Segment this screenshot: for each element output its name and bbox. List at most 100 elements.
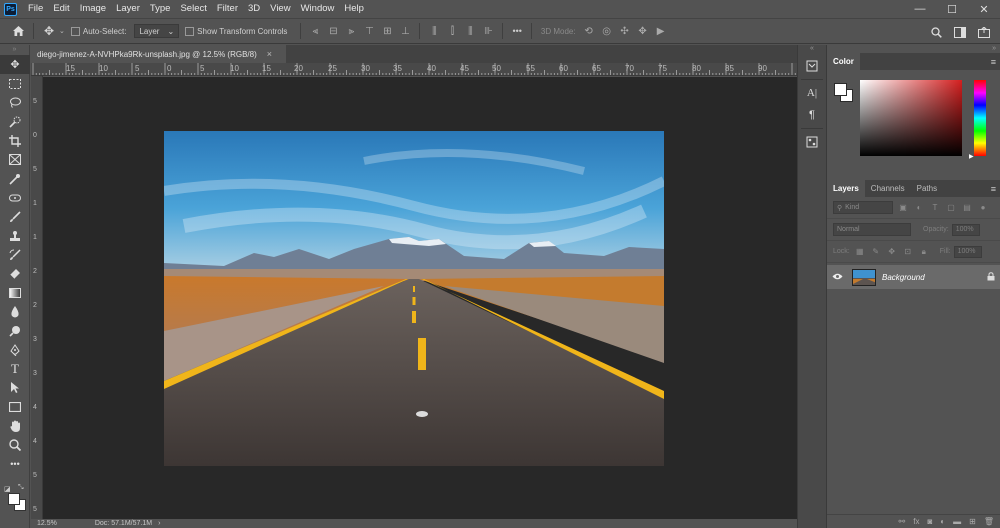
history-panel-icon[interactable] bbox=[798, 57, 826, 75]
lock-transparent-icon[interactable]: ▦ bbox=[854, 246, 866, 258]
opacity-input[interactable]: 100% bbox=[951, 223, 980, 236]
filter-adjustment-icon[interactable]: ◐ bbox=[913, 202, 925, 214]
paragraph-panel-icon[interactable]: ¶ bbox=[798, 106, 826, 124]
color-swatches[interactable]: ◪ ⤡ bbox=[4, 484, 28, 511]
3d-roll-icon[interactable]: ◎ bbox=[600, 24, 614, 38]
dodge-tool-icon[interactable] bbox=[0, 321, 30, 340]
filter-pixel-icon[interactable]: ▣ bbox=[897, 202, 909, 214]
eyedropper-tool-icon[interactable] bbox=[0, 169, 30, 188]
menu-filter[interactable]: Filter bbox=[212, 0, 243, 18]
distribute-left-icon[interactable]: ⫼ bbox=[427, 24, 441, 38]
3d-orbit-icon[interactable]: ⟲ bbox=[582, 24, 596, 38]
layer-filter-kind-dropdown[interactable]: ⚲ Kind bbox=[833, 201, 893, 214]
layer-lock-icon[interactable] bbox=[987, 271, 995, 283]
align-top-icon[interactable]: ⊤ bbox=[362, 24, 376, 38]
quick-selection-tool-icon[interactable] bbox=[0, 112, 30, 131]
link-layers-icon[interactable]: ⚯ bbox=[899, 517, 906, 526]
type-tool-icon[interactable]: T bbox=[0, 359, 30, 378]
auto-select-checkbox[interactable] bbox=[70, 26, 80, 36]
move-tool-icon[interactable]: ✥ bbox=[0, 55, 30, 74]
align-middle-v-icon[interactable]: ⊞ bbox=[380, 24, 394, 38]
distribute-right-icon[interactable]: ⫼ bbox=[463, 24, 477, 38]
3d-camera-icon[interactable]: ▶ bbox=[654, 24, 668, 38]
crop-tool-icon[interactable] bbox=[0, 131, 30, 150]
panel-menu-icon[interactable]: ≡ bbox=[991, 184, 996, 194]
home-icon[interactable] bbox=[8, 21, 28, 41]
new-group-icon[interactable]: ▬ bbox=[953, 517, 961, 526]
hue-slider[interactable] bbox=[974, 80, 986, 156]
path-selection-tool-icon[interactable] bbox=[0, 378, 30, 397]
brush-tool-icon[interactable] bbox=[0, 207, 30, 226]
layer-name[interactable]: Background bbox=[882, 273, 987, 282]
lock-all-icon[interactable]: 🔒︎ bbox=[918, 246, 930, 258]
add-mask-icon[interactable]: ◙ bbox=[927, 517, 932, 526]
distribute-center-icon[interactable]: ⫿ bbox=[445, 24, 459, 38]
lock-position-icon[interactable]: ✥ bbox=[886, 246, 898, 258]
tab-paths[interactable]: Paths bbox=[911, 180, 943, 197]
menu-help[interactable]: Help bbox=[339, 0, 369, 18]
pen-tool-icon[interactable] bbox=[0, 340, 30, 359]
search-icon[interactable] bbox=[926, 22, 946, 42]
blur-tool-icon[interactable] bbox=[0, 302, 30, 321]
minimize-button[interactable]: — bbox=[904, 0, 936, 18]
blend-mode-dropdown[interactable]: Normal bbox=[833, 223, 911, 236]
menu-window[interactable]: Window bbox=[296, 0, 340, 18]
zoom-level[interactable]: 12.5% bbox=[37, 520, 57, 527]
menu-file[interactable]: File bbox=[23, 0, 48, 18]
tab-layers[interactable]: Layers bbox=[827, 180, 865, 197]
filter-shape-icon[interactable]: ▢ bbox=[945, 202, 957, 214]
vertical-ruler[interactable]: 5 0 5 1 1 2 2 3 3 4 4 5 5 bbox=[31, 76, 43, 519]
close-button[interactable]: ✕ bbox=[968, 0, 1000, 18]
filter-toggle-icon[interactable]: ● bbox=[977, 202, 989, 214]
tab-channels[interactable]: Channels bbox=[865, 180, 911, 197]
photoshop-logo[interactable]: Ps bbox=[4, 2, 17, 16]
align-bottom-icon[interactable]: ⊥ bbox=[398, 24, 412, 38]
filter-smart-object-icon[interactable]: ▤ bbox=[961, 202, 973, 214]
show-transform-checkbox[interactable] bbox=[185, 26, 195, 36]
close-tab-icon[interactable]: × bbox=[267, 49, 272, 59]
filter-type-icon[interactable]: T bbox=[929, 202, 941, 214]
menu-select[interactable]: Select bbox=[175, 0, 211, 18]
panels-collapse-icon[interactable]: » bbox=[827, 45, 1000, 53]
maximize-button[interactable]: ☐ bbox=[936, 0, 968, 18]
move-tool-icon[interactable]: ✥ bbox=[39, 21, 59, 41]
align-left-icon[interactable]: ⫷ bbox=[308, 24, 322, 38]
lasso-tool-icon[interactable] bbox=[0, 93, 30, 112]
color-picker-field[interactable] bbox=[860, 80, 962, 156]
clone-stamp-tool-icon[interactable] bbox=[0, 226, 30, 245]
healing-brush-tool-icon[interactable] bbox=[0, 188, 30, 207]
marquee-tool-icon[interactable] bbox=[0, 74, 30, 93]
canvas-image[interactable] bbox=[164, 131, 664, 466]
hand-tool-icon[interactable] bbox=[0, 416, 30, 435]
default-colors-icon[interactable]: ◪ bbox=[4, 485, 11, 493]
menu-view[interactable]: View bbox=[265, 0, 295, 18]
layer-style-icon[interactable]: fx bbox=[913, 517, 919, 526]
gradient-tool-icon[interactable] bbox=[0, 283, 30, 302]
menu-image[interactable]: Image bbox=[75, 0, 111, 18]
edit-toolbar-icon[interactable]: ••• bbox=[0, 454, 30, 473]
history-brush-tool-icon[interactable] bbox=[0, 245, 30, 264]
character-panel-icon[interactable]: A| bbox=[798, 84, 826, 102]
foreground-color-swatch[interactable] bbox=[8, 493, 20, 505]
hue-slider-handle-icon[interactable]: ▶ bbox=[969, 153, 974, 160]
menu-3d[interactable]: 3D bbox=[243, 0, 265, 18]
fill-input[interactable]: 100% bbox=[953, 245, 982, 258]
3d-pan-icon[interactable]: ✣ bbox=[618, 24, 632, 38]
document-size[interactable]: Doc: 57.1M/57.1M bbox=[95, 520, 152, 527]
tab-color[interactable]: Color bbox=[827, 53, 860, 70]
menu-layer[interactable]: Layer bbox=[111, 0, 145, 18]
visibility-eye-icon[interactable] bbox=[832, 272, 846, 283]
distribute-spacing-icon[interactable]: ⊪ bbox=[481, 24, 495, 38]
align-right-icon[interactable]: ⫸ bbox=[344, 24, 358, 38]
lock-image-icon[interactable]: ✎ bbox=[870, 246, 882, 258]
frame-tool-icon[interactable] bbox=[0, 150, 30, 169]
properties-panel-icon[interactable] bbox=[798, 133, 826, 151]
swap-colors-icon[interactable]: ⤡ bbox=[18, 484, 24, 492]
foreground-color-swatch[interactable] bbox=[834, 83, 847, 96]
zoom-tool-icon[interactable] bbox=[0, 435, 30, 454]
toolbar-collapse-icon[interactable]: » bbox=[0, 45, 29, 55]
3d-slide-icon[interactable]: ✥ bbox=[636, 24, 650, 38]
delete-layer-icon[interactable]: 🗑︎ bbox=[984, 517, 994, 526]
lock-artboard-icon[interactable]: ⊡ bbox=[902, 246, 914, 258]
document-tab[interactable]: diego-jimenez-A-NVHPka9Rk-unsplash.jpg @… bbox=[31, 45, 286, 63]
